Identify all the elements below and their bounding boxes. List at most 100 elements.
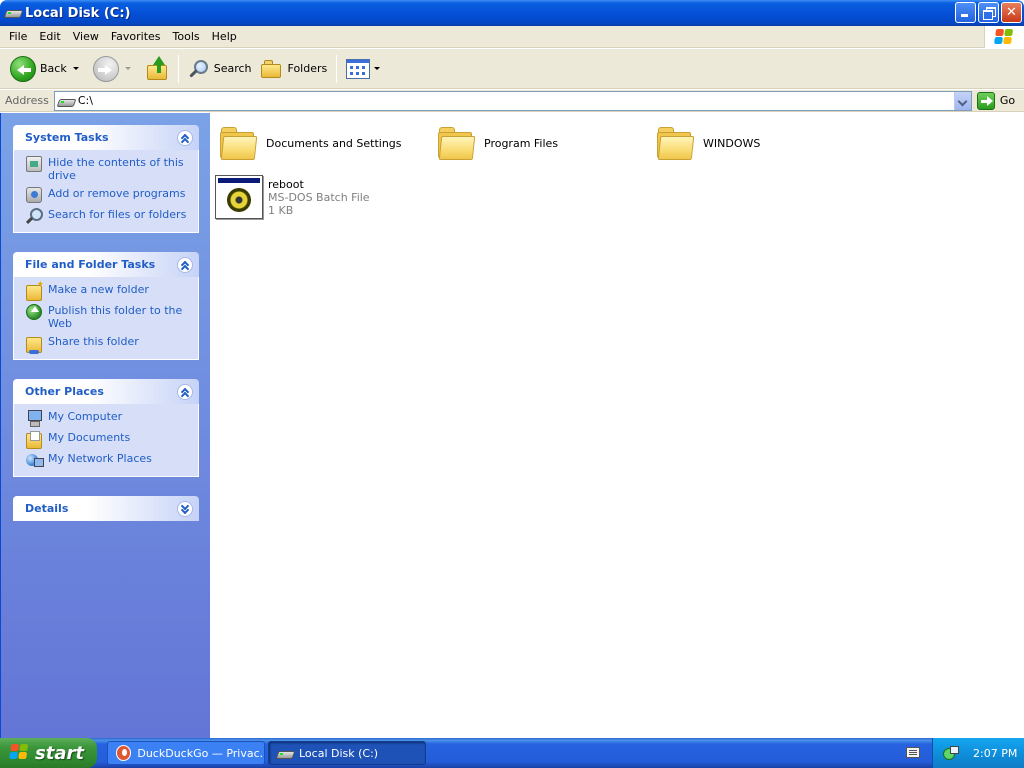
back-dropdown-icon[interactable] — [72, 67, 79, 70]
batch-file-icon — [215, 175, 263, 219]
forward-arrow-icon — [92, 55, 119, 82]
address-bar: Address C:\ Go — [0, 90, 1024, 112]
menu-view[interactable]: View — [67, 27, 105, 47]
toolbar-separator — [177, 54, 179, 83]
menu-favorites[interactable]: Favorites — [105, 27, 167, 47]
close-button[interactable]: ✕ — [1001, 2, 1022, 23]
item-type: MS-DOS Batch File — [268, 190, 370, 204]
search-icon — [26, 208, 43, 224]
task-search-files[interactable]: Search for files or folders — [26, 208, 192, 224]
windows-logo — [984, 26, 1024, 48]
item-name: WINDOWS — [703, 136, 761, 150]
taskbar-item-local-disk[interactable]: Local Disk (C:) — [268, 741, 426, 765]
search-label: Search — [213, 62, 252, 75]
folder-icon — [436, 123, 476, 163]
menu-tools[interactable]: Tools — [167, 27, 206, 47]
task-new-folder[interactable]: Make a new folder — [26, 280, 192, 301]
menu-help[interactable]: Help — [206, 27, 243, 47]
search-button[interactable]: Search — [184, 52, 256, 86]
toolbar-separator — [336, 54, 338, 83]
task-label: My Documents — [48, 431, 131, 444]
panel-header[interactable]: Other Places — [13, 379, 199, 404]
up-folder-icon — [145, 55, 169, 82]
duckduckgo-icon — [116, 745, 132, 761]
standard-toolbar: Back Search Folders — [0, 49, 1024, 89]
go-button[interactable]: Go — [976, 91, 1015, 110]
folder-item[interactable]: Documents and Settings — [218, 123, 402, 163]
views-icon — [346, 58, 371, 79]
back-button[interactable]: Back — [6, 52, 83, 86]
maximize-button[interactable] — [978, 2, 999, 23]
up-folder-button[interactable] — [141, 52, 173, 86]
taskbar-item-label: DuckDuckGo — Privac... — [137, 746, 264, 760]
item-name: Documents and Settings — [266, 136, 402, 150]
title-bar[interactable]: Local Disk (C:) ✕ — [0, 0, 1024, 26]
clock[interactable]: 2:07 PM — [973, 747, 1017, 760]
folders-button[interactable]: Folders — [256, 52, 332, 86]
share-folder-icon — [26, 337, 42, 354]
folder-icon — [218, 123, 258, 163]
details-panel: Details — [13, 496, 199, 521]
address-dropdown-button[interactable] — [953, 91, 971, 110]
keyboard-icon[interactable] — [906, 747, 920, 758]
panel-body: Make a new folder Publish this folder to… — [13, 277, 199, 360]
file-folder-tasks-panel: File and Folder Tasks Make a new folder … — [13, 252, 199, 360]
windows-flag-icon — [9, 744, 32, 762]
collapse-chevron-icon[interactable] — [177, 257, 193, 273]
views-button[interactable] — [342, 52, 384, 86]
folders-label: Folders — [287, 62, 328, 75]
back-arrow-icon — [10, 55, 36, 82]
item-size: 1 KB — [268, 203, 294, 217]
task-label: Add or remove programs — [48, 187, 186, 200]
network-status-icon[interactable] — [943, 746, 959, 760]
folders-icon — [260, 58, 284, 80]
place-my-documents[interactable]: My Documents — [26, 431, 192, 449]
menu-edit[interactable]: Edit — [33, 27, 66, 47]
collapse-chevron-icon[interactable] — [177, 384, 193, 400]
panel-header[interactable]: File and Folder Tasks — [13, 252, 199, 277]
window-title: Local Disk (C:) — [25, 5, 131, 21]
window-controls: ✕ — [955, 2, 1022, 23]
close-icon: ✕ — [1006, 5, 1017, 20]
taskbar-item-duckduckgo[interactable]: DuckDuckGo — Privac... — [107, 741, 265, 765]
menu-file[interactable]: File — [3, 27, 33, 47]
task-label: Hide the contents of this drive — [48, 156, 184, 182]
panel-header[interactable]: System Tasks — [13, 125, 199, 150]
address-input[interactable]: C:\ — [53, 90, 972, 111]
item-name: reboot — [268, 177, 304, 191]
windows-flag-icon — [994, 29, 1014, 45]
panel-body: Hide the contents of this drive Add or r… — [13, 150, 199, 233]
place-network[interactable]: My Network Places — [26, 452, 192, 468]
task-share-folder[interactable]: Share this folder — [26, 335, 192, 354]
forward-button[interactable] — [89, 52, 135, 86]
views-dropdown-icon — [374, 67, 381, 70]
system-tasks-panel: System Tasks Hide the contents of this d… — [13, 125, 199, 233]
minimize-icon — [956, 3, 975, 22]
start-button[interactable]: start — [0, 738, 97, 768]
expand-chevron-icon[interactable] — [177, 501, 193, 517]
taskbar-item-label: Local Disk (C:) — [299, 746, 379, 760]
drive-icon — [277, 748, 293, 758]
task-add-remove-programs[interactable]: Add or remove programs — [26, 187, 192, 203]
task-hide-contents[interactable]: Hide the contents of this drive — [26, 156, 192, 182]
panel-title: File and Folder Tasks — [25, 258, 156, 271]
task-label: Share this folder — [48, 335, 139, 348]
file-item[interactable]: reboot MS-DOS Batch File 1 KB — [215, 175, 370, 219]
task-publish-web[interactable]: Publish this folder to the Web — [26, 304, 192, 330]
drive-icon — [5, 7, 21, 19]
collapse-chevron-icon[interactable] — [177, 130, 193, 146]
task-label: My Computer — [48, 410, 123, 423]
place-my-computer[interactable]: My Computer — [26, 410, 192, 427]
task-label: Make a new folder — [48, 283, 149, 296]
panel-header[interactable]: Details — [13, 496, 199, 521]
folder-item[interactable]: WINDOWS — [655, 123, 760, 163]
minimize-button[interactable] — [955, 2, 976, 23]
folder-item[interactable]: Program Files — [436, 123, 558, 163]
new-folder-icon — [26, 280, 44, 301]
panel-title: Details — [25, 502, 69, 515]
my-computer-icon — [26, 410, 42, 427]
forward-dropdown-icon[interactable] — [124, 67, 131, 70]
task-label: My Network Places — [48, 452, 152, 465]
task-label: Search for files or folders — [48, 208, 187, 221]
menu-bar: File Edit View Favorites Tools Help — [0, 26, 1024, 48]
